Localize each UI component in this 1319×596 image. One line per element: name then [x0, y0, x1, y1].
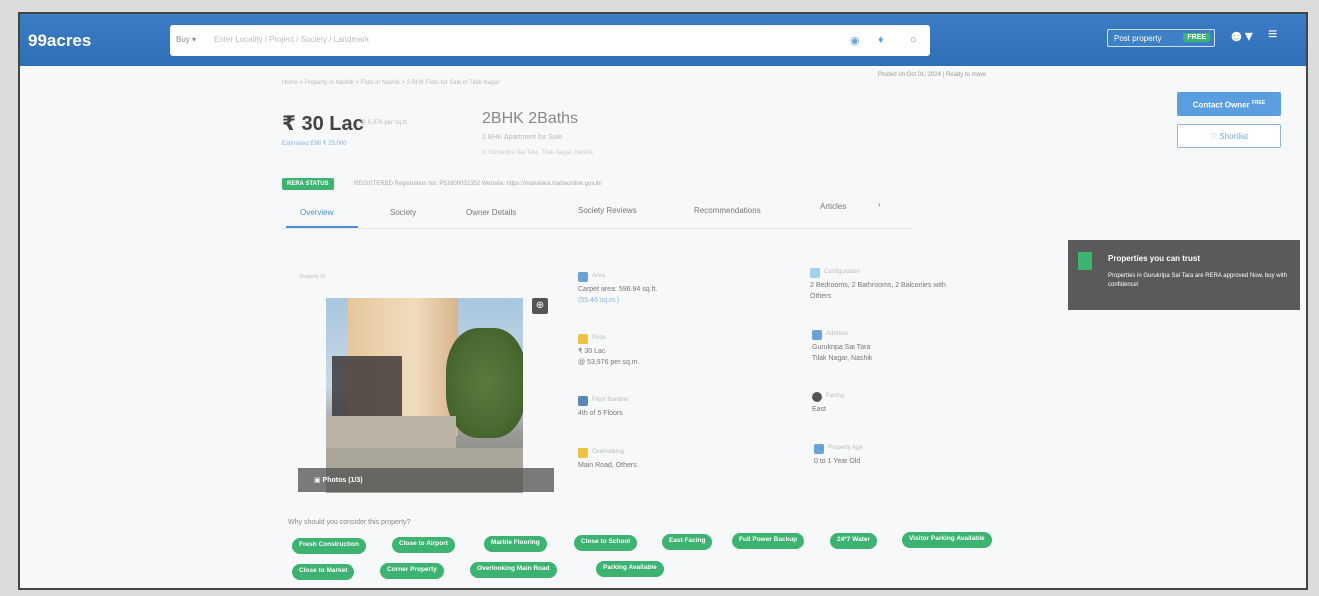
property-id: Property ID	[300, 274, 326, 280]
user-icon[interactable]: ☻▾	[1228, 26, 1253, 46]
zoom-icon[interactable]: ⊕	[532, 298, 548, 314]
feature-chip[interactable]: Parking Available	[596, 561, 664, 577]
bookmark-icon	[1078, 252, 1092, 270]
feature-chip[interactable]: Close to Market	[292, 564, 355, 580]
top-header: 99acres Buy ▾ Enter Locality / Project /…	[20, 14, 1306, 66]
feature-chip[interactable]: Close to School	[574, 535, 638, 551]
search-input[interactable]: Enter Locality / Project / Society / Lan…	[214, 35, 369, 44]
active-tab-indicator	[286, 226, 358, 228]
feature-chip[interactable]: Full Power Backup	[732, 533, 805, 549]
bhk-title: 2BHK 2Baths	[482, 110, 579, 127]
tabs-next-arrow[interactable]: ›	[878, 200, 881, 209]
configuration-icon	[810, 268, 820, 278]
overlooking-icon	[578, 448, 588, 458]
price: ₹ 30 Lac	[282, 113, 364, 135]
page-frame: 99acres Buy ▾ Enter Locality / Project /…	[18, 12, 1308, 590]
post-property-button[interactable]: Post property FREE	[1107, 29, 1215, 47]
feature-chip[interactable]: Overlooking Main Road	[470, 562, 557, 578]
feature-chip[interactable]: East Facing	[662, 534, 713, 550]
calendar-icon	[814, 444, 824, 454]
tab-owner-details[interactable]: Owner Details	[466, 208, 516, 217]
hamburger-icon[interactable]: ≡	[1268, 26, 1277, 44]
trust-title: Properties you can trust	[1108, 254, 1201, 263]
tabs-divider	[282, 228, 912, 229]
trust-text: Properties in Gurukripa Sai Tara are RER…	[1108, 273, 1287, 288]
feature-chip[interactable]: Fresh Construction	[292, 538, 366, 554]
photos-count: ▣ Photos (1/3)	[314, 477, 363, 484]
tab-articles[interactable]: Articles	[820, 202, 846, 211]
tab-recommendations[interactable]: Recommendations	[694, 206, 761, 215]
address-icon	[812, 330, 822, 340]
rera-info: REGISTERED Registration No: P51600031352…	[354, 181, 602, 187]
floor-icon	[578, 396, 588, 406]
breadcrumb[interactable]: Home > Property in Nashik > Flats in Nas…	[282, 80, 500, 86]
tab-society-reviews[interactable]: Society Reviews	[578, 206, 637, 215]
area-icon	[578, 272, 588, 282]
site-logo[interactable]: 99acres	[28, 31, 91, 51]
photo-bar[interactable]: ▣ Photos (1/3)	[298, 468, 554, 492]
shortlist-button[interactable]: ♡ Shortlist	[1177, 124, 1281, 148]
rera-status-badge[interactable]: RERA STATUS	[282, 178, 334, 190]
mic-icon[interactable]: ♦	[878, 34, 884, 46]
trust-banner: Properties you can trust Properties in G…	[1068, 240, 1300, 310]
feature-chip[interactable]: Corner Property	[380, 563, 444, 579]
contact-owner-button[interactable]: Contact Owner FREE	[1177, 92, 1281, 116]
property-type: 2 BHK Apartment for Sale	[482, 134, 563, 141]
property-location: in Gurukripa Sai Tara, Tilak Nagar, Nash…	[482, 150, 594, 156]
tab-society[interactable]: Society	[390, 208, 416, 217]
property-photo[interactable]	[326, 298, 523, 493]
feature-chip[interactable]: Marble Flooring	[484, 536, 547, 552]
feature-chip[interactable]: 24*7 Water	[830, 533, 877, 549]
feature-chip[interactable]: Close to Airport	[392, 537, 455, 553]
tab-overview[interactable]: Overview	[300, 208, 333, 217]
search-bar[interactable]: Buy ▾ Enter Locality / Project / Society…	[170, 25, 930, 56]
search-icon[interactable]: ○	[910, 34, 917, 46]
consider-title: Why should you consider this property?	[288, 519, 411, 526]
feature-chip[interactable]: Visitor Parking Available	[902, 532, 992, 548]
posted-date: Posted on Oct 01, 2024 | Ready to move	[878, 72, 987, 78]
price-icon	[578, 334, 588, 344]
compass-icon	[812, 392, 822, 402]
free-badge: FREE	[1183, 33, 1210, 42]
location-icon[interactable]: ◉	[850, 34, 860, 47]
emi-estimate-link[interactable]: Estimated EMI ₹ 25,000	[282, 140, 347, 147]
search-mode-dropdown[interactable]: Buy ▾	[176, 35, 196, 44]
price-per-sqft: @ 5,376 per sq.ft.	[360, 120, 408, 126]
